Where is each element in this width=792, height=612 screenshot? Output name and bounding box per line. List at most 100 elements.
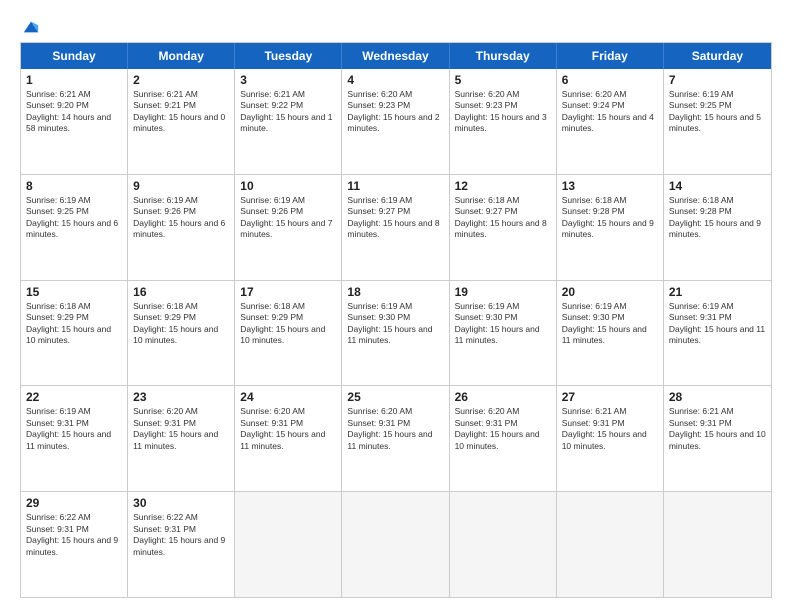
day-number: 15	[26, 285, 122, 299]
empty-cell	[342, 492, 449, 597]
day-number: 18	[347, 285, 443, 299]
cell-info: Sunrise: 6:19 AMSunset: 9:30 PMDaylight:…	[347, 301, 443, 347]
calendar-cell-9: 9 Sunrise: 6:19 AMSunset: 9:26 PMDaylight…	[128, 175, 235, 280]
cell-info: Sunrise: 6:18 AMSunset: 9:29 PMDaylight:…	[133, 301, 229, 347]
calendar-cell-3: 3 Sunrise: 6:21 AMSunset: 9:22 PMDaylight…	[235, 69, 342, 174]
calendar-cell-19: 19 Sunrise: 6:19 AMSunset: 9:30 PMDayligh…	[450, 281, 557, 386]
calendar-cell-27: 27Sunrise: 6:21 AMSunset: 9:31 PMDayligh…	[557, 386, 664, 491]
day-number: 9	[133, 179, 229, 193]
calendar-cell-1: 1 Sunrise: 6:21 AMSunset: 9:20 PMDaylight…	[21, 69, 128, 174]
cell-info: Sunrise: 6:20 AMSunset: 9:31 PMDaylight:…	[455, 406, 551, 452]
day-name-saturday: Saturday	[664, 43, 771, 69]
logo	[20, 18, 40, 32]
cell-info: Sunrise: 6:20 AMSunset: 9:31 PMDaylight:…	[347, 406, 443, 452]
calendar-cell-22: 22 Sunrise: 6:19 AMSunset: 9:31 PMDayligh…	[21, 386, 128, 491]
empty-cell	[235, 492, 342, 597]
cell-info: Sunrise: 6:20 AMSunset: 9:23 PMDaylight:…	[347, 89, 443, 135]
calendar-body: 1 Sunrise: 6:21 AMSunset: 9:20 PMDaylight…	[21, 69, 771, 597]
calendar: SundayMondayTuesdayWednesdayThursdayFrid…	[20, 42, 772, 598]
cell-info: Sunrise: 6:19 AMSunset: 9:25 PMDaylight:…	[669, 89, 766, 135]
cell-info: Sunrise: 6:21 AMSunset: 9:31 PMDaylight:…	[669, 406, 766, 452]
calendar-row-1: 1 Sunrise: 6:21 AMSunset: 9:20 PMDaylight…	[21, 69, 771, 175]
day-number: 30	[133, 496, 229, 510]
calendar-cell-5: 5Sunrise: 6:20 AMSunset: 9:23 PMDaylight…	[450, 69, 557, 174]
calendar-cell-14: 14Sunrise: 6:18 AMSunset: 9:28 PMDayligh…	[664, 175, 771, 280]
cell-info: Sunrise: 6:20 AMSunset: 9:31 PMDaylight:…	[240, 406, 336, 452]
calendar-cell-29: 29 Sunrise: 6:22 AMSunset: 9:31 PMDayligh…	[21, 492, 128, 597]
calendar-row-4: 22 Sunrise: 6:19 AMSunset: 9:31 PMDayligh…	[21, 386, 771, 492]
cell-info: Sunrise: 6:21 AMSunset: 9:22 PMDaylight:…	[240, 89, 336, 135]
day-number: 17	[240, 285, 336, 299]
day-number: 25	[347, 390, 443, 404]
calendar-cell-30: 30 Sunrise: 6:22 AMSunset: 9:31 PMDayligh…	[128, 492, 235, 597]
day-number: 26	[455, 390, 551, 404]
calendar-cell-15: 15 Sunrise: 6:18 AMSunset: 9:29 PMDayligh…	[21, 281, 128, 386]
day-number: 16	[133, 285, 229, 299]
cell-info: Sunrise: 6:19 AMSunset: 9:26 PMDaylight:…	[240, 195, 336, 241]
day-number: 12	[455, 179, 551, 193]
cell-info: Sunrise: 6:19 AMSunset: 9:31 PMDaylight:…	[669, 301, 766, 347]
calendar-cell-16: 16 Sunrise: 6:18 AMSunset: 9:29 PMDayligh…	[128, 281, 235, 386]
day-number: 19	[455, 285, 551, 299]
day-number: 10	[240, 179, 336, 193]
logo-icon	[22, 18, 40, 36]
calendar-cell-21: 21 Sunrise: 6:19 AMSunset: 9:31 PMDayligh…	[664, 281, 771, 386]
day-number: 23	[133, 390, 229, 404]
calendar-cell-28: 28Sunrise: 6:21 AMSunset: 9:31 PMDayligh…	[664, 386, 771, 491]
calendar-cell-25: 25 Sunrise: 6:20 AMSunset: 9:31 PMDayligh…	[342, 386, 449, 491]
calendar-cell-11: 11 Sunrise: 6:19 AMSunset: 9:27 PMDayligh…	[342, 175, 449, 280]
cell-info: Sunrise: 6:18 AMSunset: 9:27 PMDaylight:…	[455, 195, 551, 241]
day-number: 4	[347, 73, 443, 87]
day-number: 2	[133, 73, 229, 87]
cell-info: Sunrise: 6:18 AMSunset: 9:28 PMDaylight:…	[562, 195, 658, 241]
calendar-cell-10: 10 Sunrise: 6:19 AMSunset: 9:26 PMDayligh…	[235, 175, 342, 280]
cell-info: Sunrise: 6:21 AMSunset: 9:31 PMDaylight:…	[562, 406, 658, 452]
calendar-cell-4: 4 Sunrise: 6:20 AMSunset: 9:23 PMDaylight…	[342, 69, 449, 174]
day-name-friday: Friday	[557, 43, 664, 69]
cell-info: Sunrise: 6:22 AMSunset: 9:31 PMDaylight:…	[133, 512, 229, 558]
day-name-wednesday: Wednesday	[342, 43, 449, 69]
cell-info: Sunrise: 6:18 AMSunset: 9:29 PMDaylight:…	[26, 301, 122, 347]
day-number: 29	[26, 496, 122, 510]
cell-info: Sunrise: 6:18 AMSunset: 9:29 PMDaylight:…	[240, 301, 336, 347]
empty-cell	[664, 492, 771, 597]
day-name-thursday: Thursday	[450, 43, 557, 69]
calendar-header: SundayMondayTuesdayWednesdayThursdayFrid…	[21, 43, 771, 69]
day-number: 21	[669, 285, 766, 299]
day-number: 22	[26, 390, 122, 404]
calendar-cell-12: 12 Sunrise: 6:18 AMSunset: 9:27 PMDayligh…	[450, 175, 557, 280]
day-number: 11	[347, 179, 443, 193]
day-number: 20	[562, 285, 658, 299]
cell-info: Sunrise: 6:20 AMSunset: 9:23 PMDaylight:…	[455, 89, 551, 135]
cell-info: Sunrise: 6:22 AMSunset: 9:31 PMDaylight:…	[26, 512, 122, 558]
calendar-cell-13: 13 Sunrise: 6:18 AMSunset: 9:28 PMDayligh…	[557, 175, 664, 280]
calendar-cell-17: 17 Sunrise: 6:18 AMSunset: 9:29 PMDayligh…	[235, 281, 342, 386]
calendar-cell-20: 20 Sunrise: 6:19 AMSunset: 9:30 PMDayligh…	[557, 281, 664, 386]
day-number: 24	[240, 390, 336, 404]
day-name-sunday: Sunday	[21, 43, 128, 69]
day-number: 1	[26, 73, 122, 87]
calendar-cell-18: 18 Sunrise: 6:19 AMSunset: 9:30 PMDayligh…	[342, 281, 449, 386]
day-number: 13	[562, 179, 658, 193]
calendar-cell-7: 7Sunrise: 6:19 AMSunset: 9:25 PMDaylight…	[664, 69, 771, 174]
cell-info: Sunrise: 6:20 AMSunset: 9:24 PMDaylight:…	[562, 89, 658, 135]
cell-info: Sunrise: 6:19 AMSunset: 9:30 PMDaylight:…	[455, 301, 551, 347]
cell-info: Sunrise: 6:21 AMSunset: 9:20 PMDaylight:…	[26, 89, 122, 135]
day-name-monday: Monday	[128, 43, 235, 69]
empty-cell	[450, 492, 557, 597]
cell-info: Sunrise: 6:20 AMSunset: 9:31 PMDaylight:…	[133, 406, 229, 452]
calendar-cell-2: 2 Sunrise: 6:21 AMSunset: 9:21 PMDaylight…	[128, 69, 235, 174]
cell-info: Sunrise: 6:19 AMSunset: 9:27 PMDaylight:…	[347, 195, 443, 241]
day-number: 6	[562, 73, 658, 87]
calendar-cell-23: 23 Sunrise: 6:20 AMSunset: 9:31 PMDayligh…	[128, 386, 235, 491]
cell-info: Sunrise: 6:21 AMSunset: 9:21 PMDaylight:…	[133, 89, 229, 135]
cell-info: Sunrise: 6:19 AMSunset: 9:26 PMDaylight:…	[133, 195, 229, 241]
cell-info: Sunrise: 6:19 AMSunset: 9:30 PMDaylight:…	[562, 301, 658, 347]
cell-info: Sunrise: 6:19 AMSunset: 9:25 PMDaylight:…	[26, 195, 122, 241]
calendar-row-3: 15 Sunrise: 6:18 AMSunset: 9:29 PMDayligh…	[21, 281, 771, 387]
day-name-tuesday: Tuesday	[235, 43, 342, 69]
cell-info: Sunrise: 6:19 AMSunset: 9:31 PMDaylight:…	[26, 406, 122, 452]
day-number: 3	[240, 73, 336, 87]
calendar-cell-26: 26 Sunrise: 6:20 AMSunset: 9:31 PMDayligh…	[450, 386, 557, 491]
calendar-cell-6: 6 Sunrise: 6:20 AMSunset: 9:24 PMDaylight…	[557, 69, 664, 174]
